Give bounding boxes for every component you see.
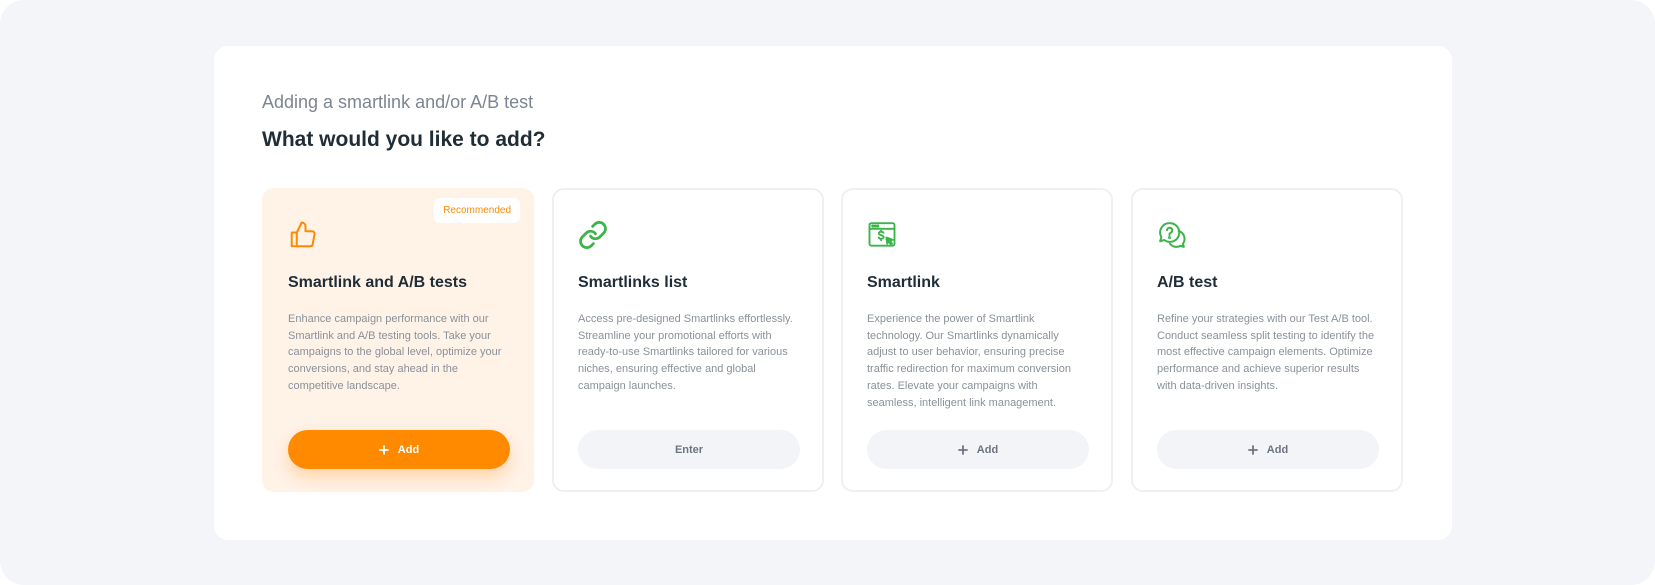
add-ab-test-button[interactable]: Add	[1157, 430, 1379, 469]
option-card-smartlink[interactable]: Smartlink Experience the power of Smartl…	[841, 188, 1113, 492]
plus-icon	[1247, 444, 1258, 455]
link-icon	[578, 220, 608, 250]
option-card-smartlinks-list[interactable]: Smartlinks list Access pre-designed Smar…	[552, 188, 824, 492]
add-smartlink-button[interactable]: Add	[867, 430, 1089, 469]
card-description: Access pre-designed Smartlinks effortles…	[578, 313, 793, 392]
page-subtitle: Adding a smartlink and/or A/B test	[262, 92, 534, 112]
card-title: A/B test	[1157, 274, 1218, 291]
button-label: Add	[397, 443, 420, 456]
page-background: Adding a smartlink and/or A/B test What …	[0, 0, 1655, 585]
option-card-ab-test[interactable]: A/B test Refine your strategies with our…	[1131, 188, 1403, 492]
button-label: Enter	[674, 443, 704, 456]
card-description: Experience the power of Smartlink techno…	[867, 313, 1071, 409]
button-label: Add	[976, 443, 999, 456]
card-description: Refine your strategies with our Test A/B…	[1157, 313, 1375, 392]
enter-smartlinks-list-button[interactable]: Enter	[578, 430, 800, 469]
recommended-badge: Recommended	[434, 198, 520, 223]
page-title: What would you like to add?	[262, 128, 546, 151]
browser-dollar-cursor-icon	[867, 220, 897, 250]
card-title: Smartlink	[867, 274, 940, 291]
add-smartlink-and-ab-tests-button[interactable]: Add	[288, 430, 510, 469]
card-description: Enhance campaign performance with our Sm…	[288, 313, 502, 392]
thumbs-up-icon	[288, 220, 318, 250]
add-dialog-panel: Adding a smartlink and/or A/B test What …	[214, 46, 1452, 540]
plus-icon	[378, 444, 389, 455]
card-title: Smartlinks list	[578, 274, 688, 291]
plus-icon	[957, 444, 968, 455]
card-title: Smartlink and A/B tests	[288, 274, 468, 291]
button-label: Add	[1266, 443, 1289, 456]
option-card-smartlink-and-ab-tests[interactable]: Recommended Smartlink and A/B tests Enha…	[262, 188, 534, 492]
question-chat-icon	[1157, 220, 1187, 250]
